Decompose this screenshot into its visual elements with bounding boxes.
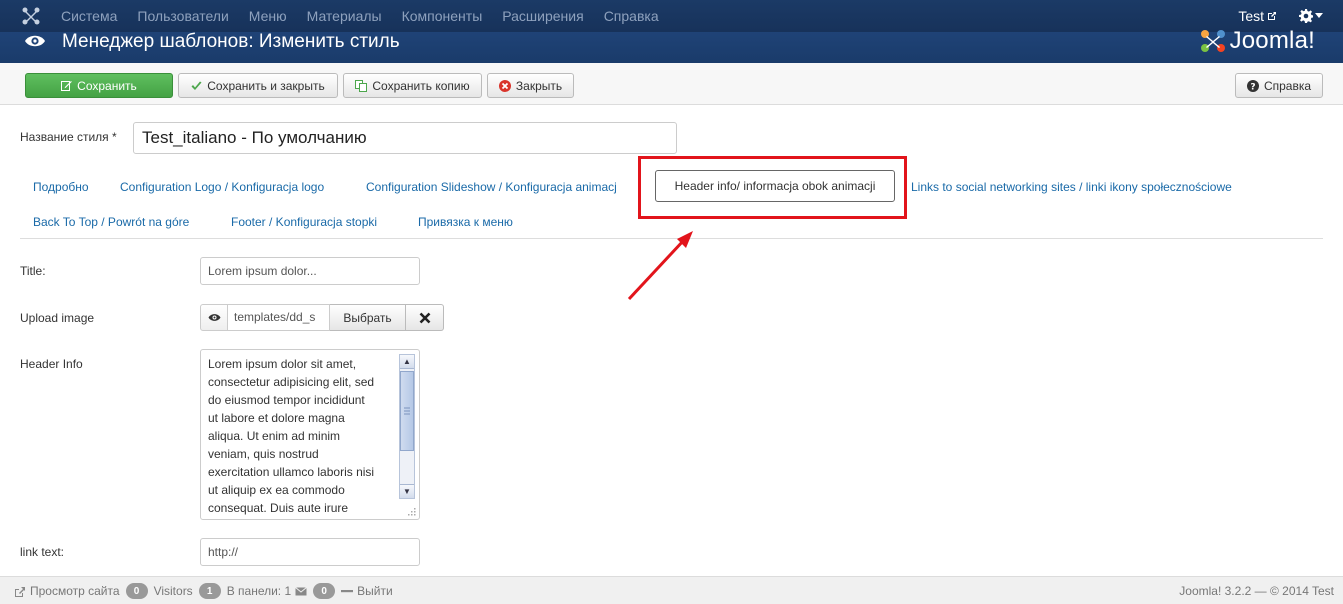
external-link-icon	[1268, 12, 1276, 20]
link-text-label: link text:	[20, 545, 65, 559]
menu-system[interactable]: Система	[61, 0, 127, 32]
brand-text: Joomla!	[1229, 27, 1315, 54]
scroll-up-icon[interactable]: ▲	[400, 355, 414, 369]
envelope-icon	[295, 586, 307, 595]
tab-back-to-top[interactable]: Back To Top / Powrót na góre	[33, 215, 189, 229]
close-button[interactable]: Закрыть	[487, 73, 574, 98]
style-name-label: Название стиля *	[20, 130, 117, 144]
save-close-button[interactable]: Сохранить и закрыть	[178, 73, 338, 98]
upload-image-label: Upload image	[20, 311, 95, 325]
edit-icon	[61, 81, 72, 91]
save-button[interactable]: Сохранить	[25, 73, 173, 98]
media-field: templates/dd_s Выбрать	[200, 304, 444, 331]
save-button-label: Сохранить	[77, 78, 137, 93]
admin-label: В панели: 1	[226, 584, 292, 598]
grip-icon	[404, 407, 410, 415]
caret-down-icon	[1315, 13, 1323, 18]
select-image-button[interactable]: Выбрать	[330, 304, 406, 331]
messages-badge[interactable]: 0	[313, 583, 336, 599]
main-menu: Система Пользователи Меню Материалы Комп…	[61, 0, 669, 32]
menu-extensions[interactable]: Расширения	[492, 0, 593, 32]
textarea-scrollbar[interactable]: ▲ ▼	[399, 354, 415, 499]
admin-badge: 1	[198, 583, 221, 599]
tab-social-links[interactable]: Links to social networking sites / linki…	[911, 180, 1232, 194]
scroll-thumb[interactable]	[400, 371, 414, 451]
save-copy-button[interactable]: Сохранить копию	[343, 73, 482, 98]
menu-help[interactable]: Справка	[594, 0, 669, 32]
tab-menu-assignment[interactable]: Привязка к меню	[418, 215, 513, 229]
external-site-icon	[15, 586, 25, 597]
header-info-textarea[interactable]: Lorem ipsum dolor sit amet, consectetur …	[200, 349, 420, 520]
close-circle-icon	[498, 79, 511, 92]
top-navbar: Система Пользователи Меню Материалы Комп…	[0, 0, 1343, 32]
visitors-badge: 0	[125, 583, 148, 599]
help-button[interactable]: ? Справка	[1235, 73, 1323, 98]
svg-text:?: ?	[1250, 82, 1255, 92]
preview-button[interactable]	[200, 304, 228, 331]
status-left: Просмотр сайта 0 Visitors 1 В панели: 1 …	[14, 577, 393, 604]
gear-icon	[1299, 9, 1313, 23]
visitors-label: Visitors	[153, 584, 193, 598]
scroll-down-icon[interactable]: ▼	[400, 484, 414, 498]
settings-dropdown[interactable]	[1299, 9, 1323, 23]
view-site-link[interactable]: Просмотр сайта	[30, 584, 120, 598]
menu-components[interactable]: Компоненты	[392, 0, 493, 32]
joomla-brand: Joomla!	[1199, 26, 1315, 56]
header-info-label: Header Info	[20, 357, 83, 371]
save-copy-label: Сохранить копию	[372, 78, 470, 93]
joomla-logo-icon[interactable]	[0, 0, 61, 32]
style-name-input[interactable]: Test_italiano - По умолчанию	[133, 122, 677, 154]
question-icon: ?	[1246, 79, 1259, 92]
page-title: Менеджер шаблонов: Изменить стиль	[62, 31, 400, 52]
page-header: Менеджер шаблонов: Изменить стиль Joomla…	[0, 27, 1343, 63]
check-icon	[191, 81, 202, 90]
help-label: Справка	[1263, 78, 1312, 93]
logout-link[interactable]: Выйти	[357, 584, 393, 598]
title-label: Title:	[20, 264, 46, 278]
close-icon	[419, 312, 430, 323]
save-close-label: Сохранить и закрыть	[207, 78, 325, 93]
clear-image-button[interactable]	[406, 304, 444, 331]
annotation-highlight-box	[638, 156, 907, 219]
joomla-brand-icon	[1200, 30, 1225, 52]
tab-details[interactable]: Подробно	[33, 180, 89, 194]
minus-icon	[341, 590, 354, 593]
user-name: Test	[1238, 8, 1264, 24]
eye-icon	[24, 32, 46, 63]
menu-menus[interactable]: Меню	[239, 0, 297, 32]
media-path-input[interactable]: templates/dd_s	[228, 304, 330, 331]
annotation-arrow-icon	[627, 231, 693, 301]
close-label: Закрыть	[515, 78, 563, 93]
eye-icon	[208, 314, 220, 321]
version-text: Joomla! 3.2.2 — © 2014 Test	[1179, 584, 1334, 598]
resize-grip-icon[interactable]	[406, 506, 416, 516]
header-info-text: Lorem ipsum dolor sit amet, consectetur …	[208, 357, 375, 515]
toolbar: Сохранить Сохранить и закрыть Сохранить …	[0, 63, 1343, 105]
status-bar: Просмотр сайта 0 Visitors 1 В панели: 1 …	[0, 576, 1343, 604]
user-link[interactable]: Test	[1238, 8, 1277, 24]
tab-footer[interactable]: Footer / Konfiguracja stopki	[231, 215, 377, 229]
title-input[interactable]: Lorem ipsum dolor...	[200, 257, 420, 285]
tab-config-slideshow[interactable]: Configuration Slideshow / Konfiguracja a…	[366, 180, 636, 194]
copy-icon	[355, 79, 368, 92]
menu-users[interactable]: Пользователи	[127, 0, 238, 32]
menu-content[interactable]: Материалы	[297, 0, 392, 32]
tab-config-logo[interactable]: Configuration Logo / Konfiguracja logo	[120, 180, 324, 194]
link-text-input[interactable]: http://	[200, 538, 420, 566]
